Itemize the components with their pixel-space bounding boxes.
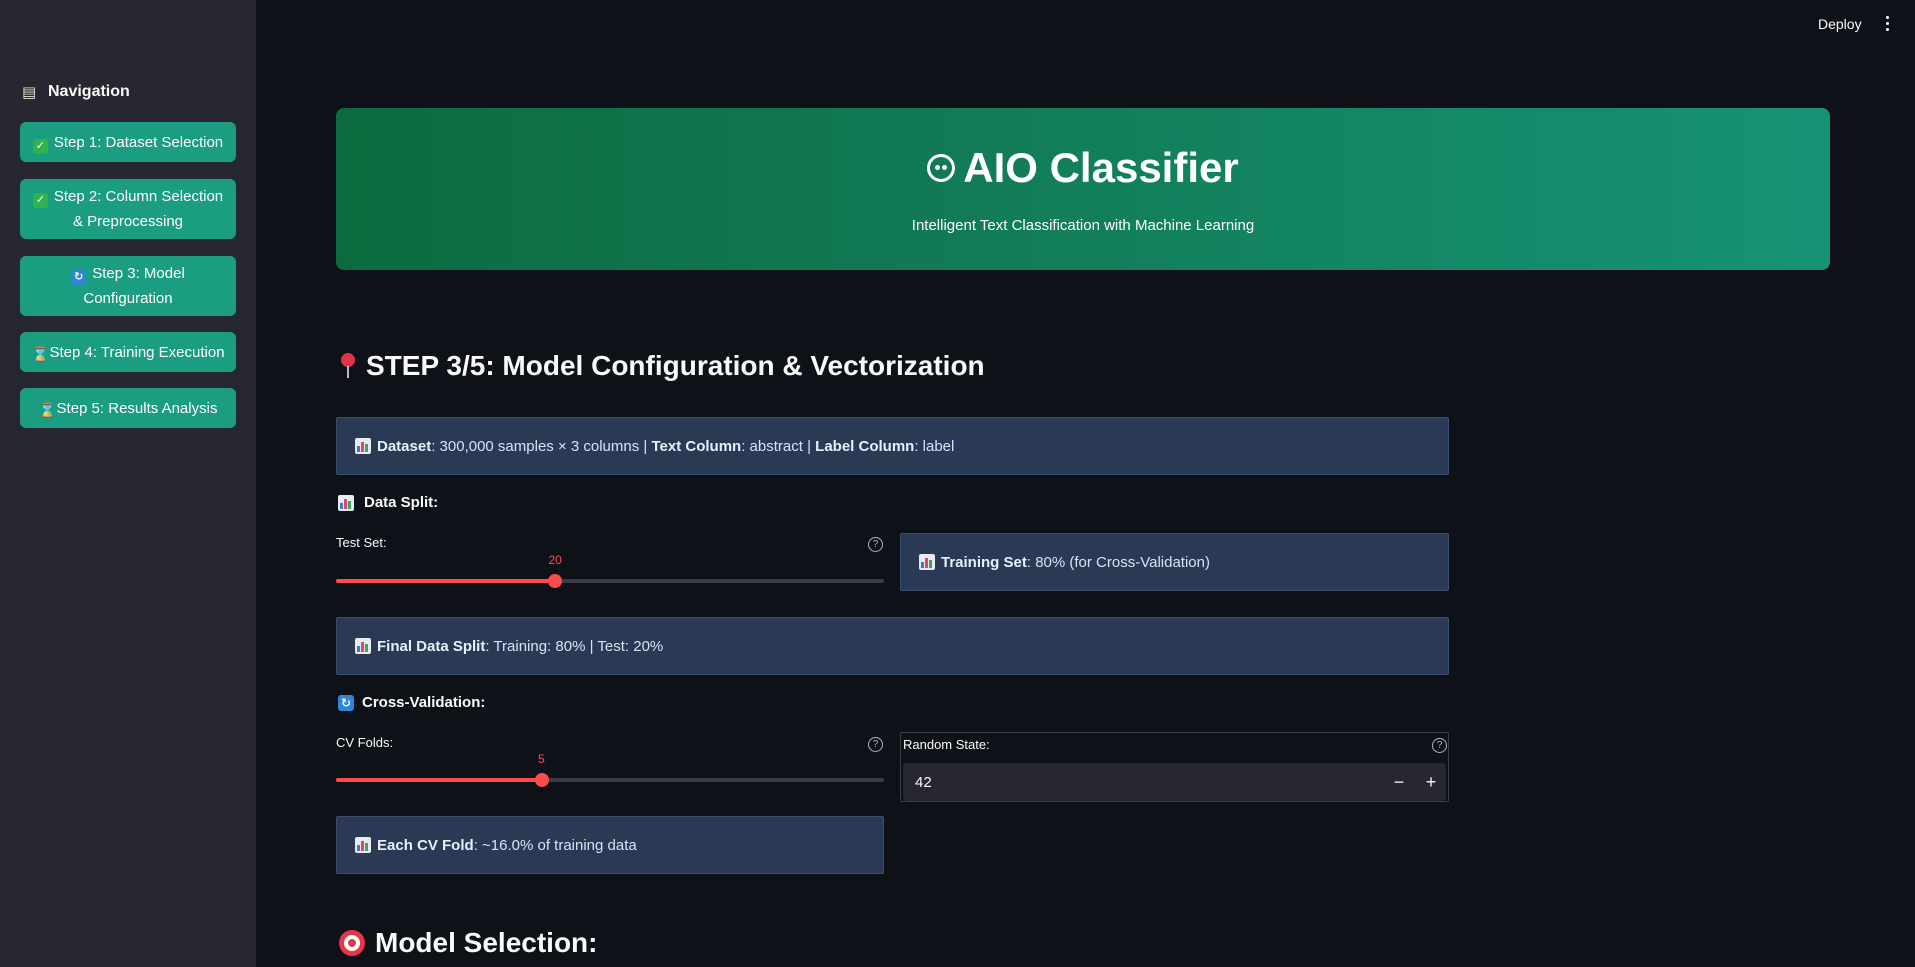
pin-icon [340,353,356,379]
sidebar-item-step-2[interactable]: ✓ Step 2: Column Selection & Preprocessin… [20,179,236,239]
hero-subtitle: Intelligent Text Classification with Mac… [911,217,1255,234]
sidebar: ▤ Navigation ✓ Step 1: Dataset Selection … [0,0,256,967]
model-selection-heading: Model Selection: [339,927,597,959]
cv-folds-value: 5 [538,752,545,766]
slider-fill [336,579,556,583]
label-column-label: Label Column [815,437,915,455]
training-set-value: : 80% (for Cross-Validation) [1026,553,1210,571]
deploy-button[interactable]: Deploy [1818,16,1862,32]
random-state-label: Random State: [903,737,990,752]
training-set-label: Training Set [941,553,1027,571]
sidebar-item-step-1[interactable]: ✓ Step 1: Dataset Selection [20,122,236,162]
sidebar-item-step-4[interactable]: ⌛Step 4: Training Execution [20,332,236,372]
sidebar-title: ▤ Navigation [22,83,130,101]
test-set-slider[interactable]: 20 [336,553,884,588]
sidebar-item-step-5[interactable]: ⌛Step 5: Results Analysis [20,388,236,428]
final-split-info-box: Final Data Split: Training: 80% | Test: … [336,617,1449,675]
test-set-label: Test Set: [336,535,387,550]
target-icon [339,930,365,956]
data-split-heading: Data Split: [338,494,438,511]
final-split-label: Final Data Split [377,637,486,655]
step-heading-text: STEP 3/5: Model Configuration & Vectoriz… [366,350,985,381]
hero-banner: AIO Classifier Intelligent Text Classifi… [336,108,1830,270]
random-state-field: Random State: ? 42 − + [900,732,1449,802]
hourglass-icon: ⌛ [31,345,49,362]
check-icon: ✓ [32,138,48,154]
bar-chart-icon [355,837,371,853]
training-set-info-box: Training Set: 80% (for Cross-Validation) [900,533,1449,591]
app-title: AIO Classifier [963,144,1239,191]
help-icon[interactable]: ? [1432,738,1447,753]
decrement-button[interactable]: − [1383,763,1415,801]
label-column-value: : label [914,437,955,455]
sidebar-item-label: Step 3: Model Configuration [83,265,185,307]
slider-thumb[interactable] [534,773,549,787]
final-split-value: : Training: 80% | Test: 20% [485,637,664,655]
step-heading: STEP 3/5: Model Configuration & Vectoriz… [340,350,985,382]
help-icon[interactable]: ? [868,737,883,752]
dataset-label: Dataset [377,437,432,455]
check-icon: ✓ [32,193,48,208]
hero-title: AIO Classifier [336,144,1830,192]
bar-chart-icon [919,554,935,570]
more-menu-icon[interactable] [1882,16,1892,34]
sidebar-title-label: Navigation [48,83,130,100]
data-split-heading-text: Data Split: [364,494,439,511]
sidebar-item-label: Step 4: Training Execution [49,343,225,361]
text-column-label: Text Column [651,437,742,455]
help-icon[interactable]: ? [868,537,883,552]
sidebar-item-step-3[interactable]: ↻ Step 3: Model Configuration [20,256,236,316]
cross-validation-heading-text: Cross-Validation: [362,694,486,711]
refresh-icon: ↻ [71,270,87,285]
increment-button[interactable]: + [1415,763,1447,801]
slider-fill [336,778,542,782]
bar-chart-icon [338,494,354,511]
random-state-input[interactable]: 42 [903,763,1446,801]
sidebar-item-label: Step 2: Column Selection & Preprocessing [53,188,224,230]
bar-chart-icon [355,638,371,654]
cv-fold-info-box: Each CV Fold: ~16.0% of training data [336,816,884,874]
slider-thumb[interactable] [548,574,563,588]
robot-icon [927,154,956,182]
sidebar-item-label: Step 5: Results Analysis [56,399,218,417]
bar-chart-icon [355,438,371,454]
dataset-value: : 300,000 samples × 3 columns | [431,437,652,455]
test-set-value: 20 [548,553,562,567]
cross-validation-heading: ↻ Cross-Validation: [338,694,485,711]
cv-folds-label: CV Folds: [336,735,394,750]
hourglass-icon: ⌛ [38,401,56,418]
model-selection-heading-text: Model Selection: [375,927,598,958]
dataset-info-box: Dataset: 300,000 samples × 3 columns | T… [336,417,1449,475]
cv-fold-label: Each CV Fold [377,836,474,854]
cv-folds-slider[interactable]: 5 [336,752,884,787]
cv-fold-value: : ~16.0% of training data [473,836,637,854]
clipboard-icon: ▤ [22,83,37,101]
sidebar-item-label: Step 1: Dataset Selection [53,133,224,151]
refresh-icon: ↻ [338,694,354,711]
text-column-value: : abstract | [741,437,816,455]
